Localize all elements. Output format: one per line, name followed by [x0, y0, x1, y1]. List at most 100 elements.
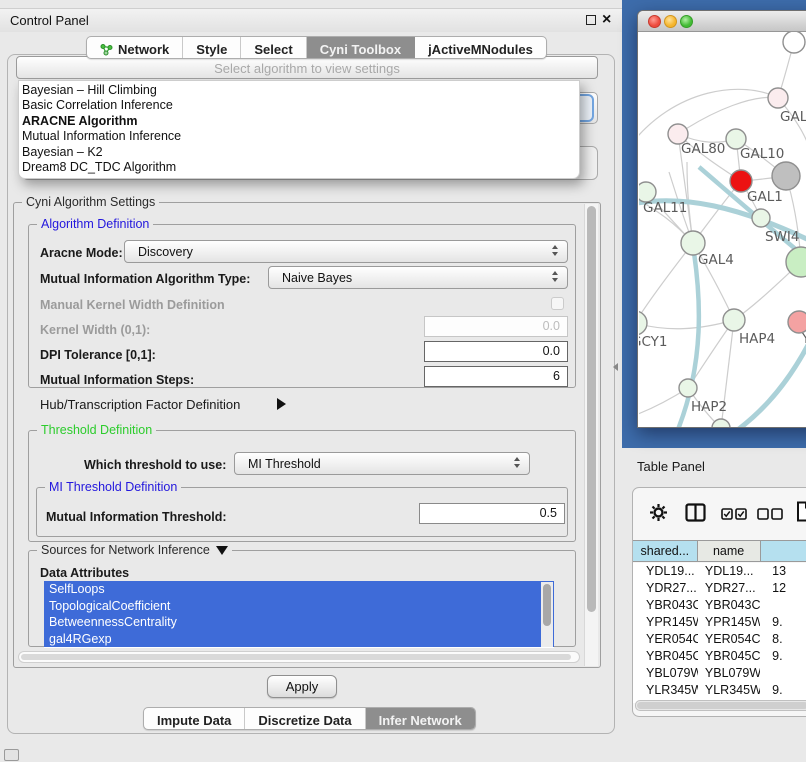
tab-impute-data[interactable]: Impute Data — [144, 708, 245, 729]
column-header[interactable] — [761, 541, 806, 561]
network-window[interactable]: GAL7GAL80GAL10GAL1GAL11SWI4GAL4GCY1HAP4Y… — [637, 10, 806, 428]
mi-steps-field[interactable]: 6 — [424, 366, 568, 387]
tab-style[interactable]: Style — [183, 37, 241, 58]
which-threshold-value: MI Threshold — [248, 457, 321, 471]
list-item[interactable]: gal4RGexp — [44, 631, 554, 648]
table-row[interactable]: YDL19...YDL19...13 — [633, 563, 806, 580]
table-header-row[interactable]: shared...name — [633, 540, 806, 562]
table-row[interactable]: YER054CYER054C8. — [633, 631, 806, 648]
control-panel-title: Control Panel — [10, 13, 89, 28]
network-node[interactable] — [772, 162, 800, 190]
application-root: Control Panel × NetworkStyleSelect Cyni T… — [0, 0, 806, 762]
table-cell: YPR145W — [633, 614, 698, 631]
kernel-width-field[interactable]: 0.0 — [424, 316, 568, 337]
close-window-icon[interactable] — [648, 15, 661, 28]
network-node-gal11[interactable] — [639, 182, 656, 202]
table-row[interactable]: YBR043CYBR043C — [633, 597, 806, 614]
dpi-tolerance-field[interactable]: 0.0 — [424, 341, 568, 362]
network-node-hap2[interactable] — [679, 379, 697, 397]
table-cell: 8. — [760, 631, 806, 648]
table-row[interactable]: YDR27...YDR27...12 — [633, 580, 806, 597]
apply-button[interactable]: Apply — [267, 675, 337, 698]
table-settings-gear-icon[interactable] — [649, 503, 668, 527]
tab-jactivemnodules[interactable]: jActiveMNodules — [415, 37, 546, 58]
network-window-titlebar[interactable] — [638, 11, 806, 32]
network-node[interactable] — [712, 419, 730, 428]
float-window-icon[interactable] — [586, 15, 596, 25]
document-icon[interactable] — [796, 501, 806, 527]
network-desktop: GAL7GAL80GAL10GAL1GAL11SWI4GAL4GCY1HAP4Y… — [622, 0, 806, 448]
control-panel-titlebar: Control Panel × — [0, 8, 622, 32]
aracne-mode-label: Aracne Mode: — [40, 246, 123, 260]
tab-label: Cyni Toolbox — [320, 42, 401, 57]
collapse-arrow-icon[interactable] — [216, 546, 228, 555]
list-item[interactable]: TopologicalCoefficient — [44, 598, 554, 615]
select-all-checkboxes-icon[interactable] — [721, 507, 747, 525]
mi-threshold-field[interactable]: 0.5 — [419, 503, 565, 524]
network-node-gcy1[interactable] — [639, 311, 647, 335]
which-threshold-select[interactable]: MI Threshold — [234, 452, 530, 475]
algorithm-select[interactable]: Select algorithm to view settings — [16, 56, 598, 79]
node-table: shared...name — [633, 540, 806, 562]
deselect-all-checkboxes-icon[interactable] — [757, 507, 783, 525]
data-attributes-list[interactable]: SelfLoopsTopologicalCoefficientBetweenne… — [44, 581, 554, 648]
table-cell: YLR345W — [633, 682, 698, 699]
algorithm-option[interactable]: Mutual Information Inference — [19, 129, 579, 144]
settings-horizontal-scrollbar[interactable] — [18, 651, 580, 663]
table-row[interactable]: YBR045CYBR045C9. — [633, 648, 806, 665]
table-row[interactable]: YPR145WYPR145W9. — [633, 614, 806, 631]
settings-scrollbar-thumb[interactable] — [587, 206, 596, 612]
close-icon[interactable]: × — [602, 10, 611, 30]
tab-select[interactable]: Select — [241, 37, 306, 58]
tab-network[interactable]: Network — [87, 37, 183, 58]
network-node[interactable] — [783, 32, 805, 53]
algorithm-option[interactable]: Bayesian – K2 — [19, 145, 579, 160]
tab-cyni-toolbox[interactable]: Cyni Toolbox — [307, 37, 415, 58]
zoom-window-icon[interactable] — [680, 15, 693, 28]
attributes-scrollbar-thumb[interactable] — [543, 584, 551, 626]
attributes-list-scrollbar[interactable] — [541, 582, 553, 647]
network-graph[interactable]: GAL7GAL80GAL10GAL1GAL11SWI4GAL4GCY1HAP4Y… — [639, 32, 806, 428]
table-cell: YBR045C — [633, 648, 698, 665]
table-cell — [760, 597, 806, 614]
algorithm-option[interactable]: Bayesian – Hill Climbing — [19, 83, 579, 98]
column-header[interactable]: name — [698, 541, 761, 561]
list-item[interactable]: SelfLoops — [44, 581, 554, 598]
column-header[interactable]: shared... — [633, 541, 698, 561]
table-row[interactable]: YLR345WYLR345W9. — [633, 682, 806, 699]
mi-type-select[interactable]: Naive Bayes — [268, 266, 568, 289]
table-horizontal-scrollbar[interactable] — [635, 700, 806, 711]
list-item[interactable]: BetweennessCentrality — [44, 614, 554, 631]
algorithm-option[interactable]: Dream8 DC_TDC Algorithm — [19, 160, 579, 175]
algorithm-definition-legend: Algorithm Definition — [37, 217, 153, 231]
table-row[interactable]: YBL079WYBL079W — [633, 665, 806, 682]
aracne-mode-value: Discovery — [138, 245, 193, 259]
network-node-label: SWI4 — [765, 229, 800, 245]
tab-label: Discretize Data — [258, 713, 351, 728]
settings-vertical-scrollbar[interactable] — [584, 204, 598, 666]
algorithm-option[interactable]: ARACNE Algorithm — [19, 114, 579, 129]
tab-infer-network[interactable]: Infer Network — [366, 708, 475, 729]
network-node-gal7[interactable] — [768, 88, 788, 108]
hub-section-label: Hub/Transcription Factor Definition — [40, 397, 240, 412]
algorithm-option[interactable]: Basic Correlation Inference — [19, 98, 579, 113]
network-node-hap4[interactable] — [723, 309, 745, 331]
network-node-swi4[interactable] — [752, 209, 770, 227]
network-node-label: GAL80 — [681, 141, 725, 157]
table-cell: YBR045C — [698, 648, 760, 665]
cyni-settings-legend: Cyni Algorithm Settings — [22, 195, 159, 209]
panel-divider-handle[interactable] — [613, 363, 618, 371]
minimize-window-icon[interactable] — [664, 15, 677, 28]
table-panel-title: Table Panel — [637, 459, 705, 474]
table-hscrollbar-thumb[interactable] — [637, 702, 806, 709]
network-node-y[interactable] — [788, 311, 806, 333]
tab-discretize-data[interactable]: Discretize Data — [245, 708, 365, 729]
manual-kernel-checkbox[interactable] — [551, 297, 564, 310]
aracne-mode-select[interactable]: Discovery — [124, 240, 568, 263]
split-columns-icon[interactable] — [685, 503, 706, 527]
network-icon — [100, 43, 113, 56]
expand-arrow-icon[interactable] — [277, 398, 286, 410]
settings-hscrollbar-thumb[interactable] — [21, 654, 571, 660]
table-cell: YBL079W — [633, 665, 698, 682]
minimized-panel-icon[interactable] — [4, 749, 19, 761]
